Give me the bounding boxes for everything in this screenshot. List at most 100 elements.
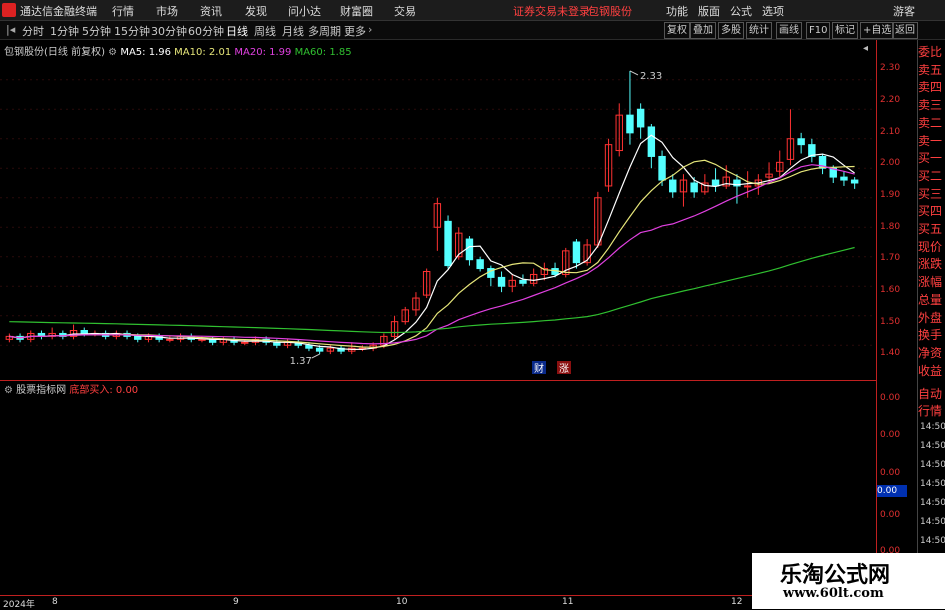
x-tick: 12 bbox=[731, 597, 743, 607]
quote-label: 卖二 bbox=[918, 115, 943, 130]
back-button[interactable]: 返回 bbox=[892, 22, 918, 39]
candle-body bbox=[465, 238, 474, 261]
tab-15min[interactable]: 15分钟 bbox=[114, 23, 150, 39]
tab-5min[interactable]: 5分钟 bbox=[82, 23, 111, 39]
candle-body bbox=[476, 259, 484, 270]
login-notice[interactable]: 证券交易未登录 bbox=[513, 3, 590, 19]
quote-label: 卖一 bbox=[918, 133, 943, 148]
tick-time: 14:50 bbox=[920, 536, 945, 546]
high-marker bbox=[629, 70, 639, 76]
quote-label: 卖四 bbox=[918, 80, 943, 95]
x-tick: 2024年 bbox=[3, 600, 35, 610]
indicator-y-tick: 0.00 bbox=[880, 393, 901, 403]
quote-label: 卖三 bbox=[918, 98, 943, 113]
draw-line-button[interactable]: 画线 bbox=[776, 22, 802, 39]
candle-body bbox=[840, 176, 848, 181]
indicator-gear-icon[interactable]: ⚙ bbox=[4, 385, 13, 396]
menu-item-faxian[interactable]: 发现 bbox=[245, 3, 267, 19]
quote-label: 买四 bbox=[918, 204, 943, 219]
y-tick: 2.00 bbox=[880, 158, 901, 168]
quote-label: 收益 bbox=[918, 363, 943, 378]
candle-body bbox=[315, 347, 324, 352]
quote-label: 卖五 bbox=[918, 62, 943, 77]
candle-body bbox=[241, 341, 249, 344]
tab-more[interactable]: 更多 bbox=[344, 23, 366, 39]
y-tick: 1.90 bbox=[880, 190, 901, 200]
indicator-y-tick: 0.00 bbox=[880, 510, 901, 520]
fuquan-button[interactable]: 复权 bbox=[664, 22, 690, 39]
y-tick: 2.10 bbox=[880, 127, 901, 137]
candlestick-chart[interactable]: 2.33 1.37 财 涨 bbox=[0, 40, 877, 380]
collapse-icon[interactable]: |◂ bbox=[6, 23, 15, 36]
tab-fenshi[interactable]: 分时 bbox=[22, 23, 44, 39]
indicator-series-value: 0.00 bbox=[115, 385, 139, 396]
x-tick: 9 bbox=[233, 597, 239, 607]
indicator-series-label: 底部买入: bbox=[69, 385, 113, 396]
stock-name-link[interactable]: 包钢股份 bbox=[588, 3, 632, 19]
quote-label: 净资 bbox=[918, 345, 943, 360]
multi-stock-button[interactable]: 多股 bbox=[718, 22, 744, 39]
ma20-line bbox=[9, 164, 855, 345]
candle-body bbox=[305, 344, 313, 349]
guest-button[interactable]: 游客 bbox=[893, 3, 915, 19]
menu-item-caifuquan[interactable]: 财富圈 bbox=[340, 3, 373, 19]
quote-label: 买五 bbox=[918, 222, 943, 236]
candle-body bbox=[647, 126, 656, 157]
menu-item-hangqing[interactable]: 行情 bbox=[112, 3, 134, 19]
y-tick: 2.20 bbox=[880, 95, 901, 105]
menu-item-banmian[interactable]: 版面 bbox=[698, 3, 720, 19]
tick-time: 14:50 bbox=[920, 479, 945, 489]
tab-60min[interactable]: 60分钟 bbox=[188, 23, 224, 39]
mark-button[interactable]: 标记 bbox=[832, 22, 858, 39]
add-watchlist-button[interactable]: +自选 bbox=[860, 22, 895, 39]
menu-item-shichang[interactable]: 市场 bbox=[156, 3, 178, 19]
f10-button[interactable]: F10 bbox=[806, 22, 831, 39]
indicator-y-tick: 0.00 bbox=[880, 468, 901, 478]
candle-body bbox=[636, 108, 645, 128]
quote-label: 委比 bbox=[918, 45, 943, 59]
panel-tab[interactable]: 自动 bbox=[918, 386, 945, 403]
candle-body bbox=[690, 182, 698, 193]
quote-label: 换手 bbox=[918, 328, 943, 343]
y-tick: 1.50 bbox=[880, 317, 901, 327]
chevron-right-icon[interactable]: › bbox=[368, 23, 372, 36]
tick-time: 14:50 bbox=[920, 441, 945, 451]
indicator-info-line: ⚙ 股票指标网 底部买入: 0.00 bbox=[4, 381, 138, 396]
menu-item-gongshi[interactable]: 公式 bbox=[730, 3, 752, 19]
high-label: 2.33 bbox=[640, 71, 662, 82]
app-name: 通达信金融终端 bbox=[20, 5, 97, 18]
quote-label: 涨跌 bbox=[918, 257, 943, 272]
y-tick: 1.80 bbox=[880, 222, 901, 232]
quote-label: 总量 bbox=[918, 292, 943, 307]
menu-item-xuanxiang[interactable]: 选项 bbox=[762, 3, 784, 19]
low-label: 1.37 bbox=[290, 356, 312, 367]
tab-30min[interactable]: 30分钟 bbox=[151, 23, 187, 39]
candle-body bbox=[658, 155, 666, 181]
tab-multi-period[interactable]: 多周期 bbox=[308, 23, 341, 39]
stats-button[interactable]: 统计 bbox=[746, 22, 772, 39]
overlay-button[interactable]: 叠加 bbox=[690, 22, 716, 39]
tab-weekly[interactable]: 周线 bbox=[254, 23, 276, 39]
menu-item-jiaoyi[interactable]: 交易 bbox=[394, 3, 416, 19]
candle-body bbox=[797, 138, 805, 146]
watermark-url: www.60lt.com bbox=[783, 586, 884, 601]
ma5-line bbox=[9, 134, 855, 350]
menu-item-gongneng[interactable]: 功能 bbox=[666, 3, 688, 19]
menu-item-zixun[interactable]: 资讯 bbox=[200, 3, 222, 19]
candle-body bbox=[444, 220, 452, 267]
y-tick: 1.70 bbox=[880, 253, 901, 263]
tab-daily[interactable]: 日线 bbox=[226, 23, 248, 39]
quote-label: 买三 bbox=[918, 186, 943, 201]
tick-time: 14:50 bbox=[920, 498, 945, 508]
candle-body bbox=[166, 338, 174, 341]
axis-divider bbox=[876, 40, 877, 609]
tab-monthly[interactable]: 月线 bbox=[282, 23, 304, 39]
y-tick: 1.60 bbox=[880, 285, 901, 295]
low-marker bbox=[311, 353, 320, 359]
candle-body bbox=[711, 179, 720, 187]
time-axis bbox=[0, 595, 877, 610]
menu-item-wenxiaoda[interactable]: 问小达 bbox=[288, 3, 321, 19]
candle-body bbox=[669, 179, 677, 193]
panel-tab[interactable]: 行情 bbox=[918, 403, 945, 420]
tab-1min[interactable]: 1分钟 bbox=[50, 23, 79, 39]
